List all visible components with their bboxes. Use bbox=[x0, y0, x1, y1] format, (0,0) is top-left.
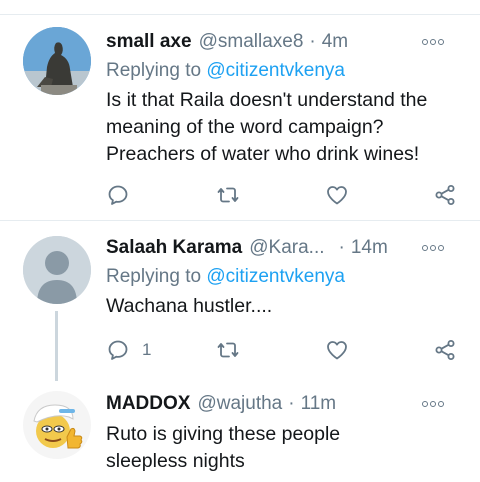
action-bar bbox=[0, 180, 480, 210]
user-handle[interactable]: @wajutha bbox=[197, 393, 282, 415]
tweet-3[interactable]: MADDOX @wajutha · 11m Ruto is giving the… bbox=[0, 381, 480, 482]
more-options-icon[interactable] bbox=[422, 243, 444, 253]
heart-icon bbox=[327, 186, 347, 205]
statue-avatar-image bbox=[23, 27, 91, 95]
display-name[interactable]: small axe bbox=[106, 31, 192, 53]
more-options-icon[interactable] bbox=[422, 37, 444, 47]
share-button[interactable] bbox=[433, 180, 457, 210]
share-button[interactable] bbox=[433, 335, 457, 365]
separator: · bbox=[338, 237, 345, 258]
tweet-text: Ruto is giving these people sleepless ni… bbox=[106, 423, 341, 472]
timestamp[interactable]: 11m bbox=[301, 393, 337, 415]
tweet-header: Salaah Karama @Kara... · 14m bbox=[106, 236, 466, 260]
avatar-maddox[interactable] bbox=[23, 391, 91, 459]
mention-link[interactable]: @citizentvkenya bbox=[206, 266, 345, 287]
timestamp[interactable]: 14m bbox=[351, 237, 388, 259]
replying-to: Replying to @citizentvkenya bbox=[106, 266, 345, 288]
replying-to: Replying to @citizentvkenya bbox=[106, 60, 345, 82]
tweet-header: small axe @smallaxe8 · 4m bbox=[106, 30, 466, 54]
reply-icon bbox=[108, 185, 128, 205]
display-name[interactable]: MADDOX bbox=[106, 393, 190, 415]
share-icon bbox=[435, 340, 455, 360]
timestamp[interactable]: 4m bbox=[322, 31, 348, 53]
tweet-text: Wachana hustler.... bbox=[106, 295, 273, 317]
heart-icon bbox=[327, 341, 347, 360]
user-handle[interactable]: @smallaxe8 bbox=[199, 31, 304, 53]
like-button[interactable] bbox=[325, 335, 349, 365]
separator: · bbox=[309, 31, 316, 52]
tweet-text: Is it that Raila doesn't understand the … bbox=[106, 89, 428, 165]
separator: · bbox=[288, 393, 295, 414]
action-bar: 1 bbox=[0, 335, 480, 365]
tweet-2[interactable]: Salaah Karama @Kara... · 14m Replying to… bbox=[0, 221, 480, 381]
share-icon bbox=[435, 185, 455, 205]
avatar-small-axe[interactable] bbox=[23, 27, 91, 95]
retweet-icon bbox=[217, 342, 239, 358]
retweet-icon bbox=[217, 187, 239, 203]
more-options-icon[interactable] bbox=[422, 399, 444, 409]
emoji-avatar-image bbox=[23, 391, 91, 459]
display-name[interactable]: Salaah Karama bbox=[106, 237, 242, 259]
tweet-1[interactable]: small axe @smallaxe8 · 4m Replying to @c… bbox=[0, 0, 480, 220]
reply-button[interactable]: 1 bbox=[106, 335, 151, 365]
reply-icon bbox=[108, 340, 128, 360]
replying-prefix: Replying to bbox=[106, 266, 202, 287]
retweet-button[interactable] bbox=[216, 180, 240, 210]
avatar-default[interactable] bbox=[23, 236, 91, 304]
replying-prefix: Replying to bbox=[106, 60, 202, 81]
reply-count: 1 bbox=[142, 340, 152, 359]
retweet-button[interactable] bbox=[216, 335, 240, 365]
mention-link[interactable]: @citizentvkenya bbox=[206, 60, 345, 81]
default-profile-icon bbox=[23, 236, 91, 304]
reply-button[interactable] bbox=[106, 180, 130, 210]
top-divider bbox=[0, 14, 480, 15]
user-handle[interactable]: @Kara... bbox=[249, 237, 324, 259]
like-button[interactable] bbox=[325, 180, 349, 210]
tweet-header: MADDOX @wajutha · 11m bbox=[106, 392, 466, 416]
